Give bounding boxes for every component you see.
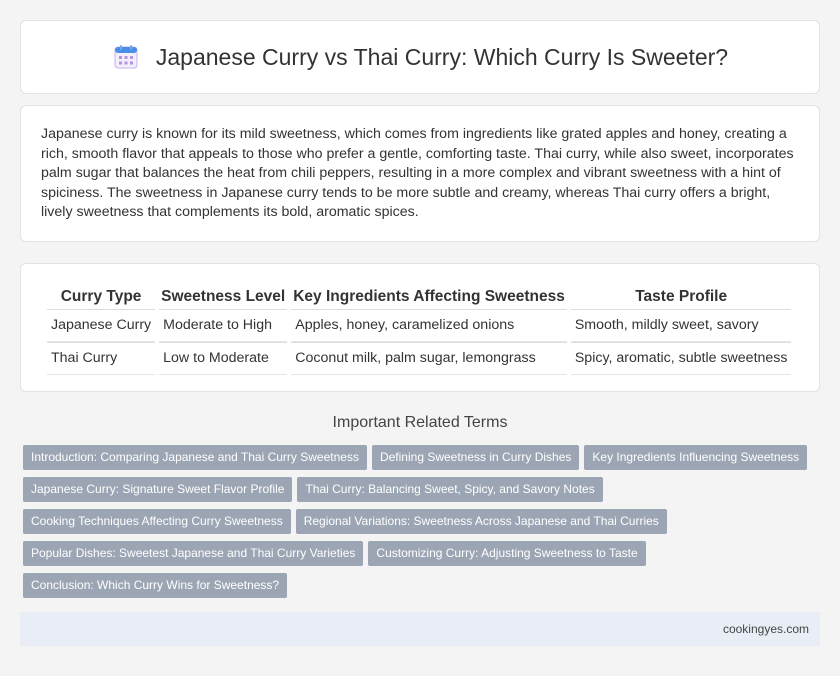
related-term-link[interactable]: Key Ingredients Influencing Sweetness	[584, 445, 808, 470]
table-row: Japanese Curry Moderate to High Apples, …	[47, 309, 792, 342]
table-cell: Smooth, mildly sweet, savory	[570, 309, 792, 342]
related-term-link[interactable]: Japanese Curry: Signature Sweet Flavor P…	[23, 477, 293, 502]
page-title: Japanese Curry vs Thai Curry: Which Curr…	[155, 43, 729, 70]
related-term-link[interactable]: Thai Curry: Balancing Sweet, Spicy, and …	[297, 477, 603, 502]
comparison-table-card: Curry Type Sweetness Level Key Ingredien…	[20, 263, 820, 392]
title-card: Japanese Curry vs Thai Curry: Which Curr…	[20, 20, 820, 94]
column-header: Curry Type	[60, 288, 142, 305]
related-term-link[interactable]: Conclusion: Which Curry Wins for Sweetne…	[23, 573, 288, 598]
column-header: Key Ingredients Affecting Sweetness	[293, 288, 565, 305]
footer: cookingyes.com	[20, 612, 820, 646]
column-header: Taste Profile	[635, 288, 728, 305]
comparison-table: Curry Type Sweetness Level Key Ingredien…	[43, 284, 795, 375]
site-name[interactable]: cookingyes.com	[723, 622, 809, 636]
related-term-link[interactable]: Introduction: Comparing Japanese and Tha…	[23, 445, 367, 470]
related-terms-heading: Important Related Terms	[332, 414, 508, 431]
table-cell: Apples, honey, caramelized onions	[291, 309, 567, 342]
related-term-link[interactable]: Customizing Curry: Adjusting Sweetness t…	[368, 541, 646, 566]
table-cell: Spicy, aromatic, subtle sweetness	[570, 342, 792, 375]
table-cell: Japanese Curry	[47, 309, 156, 342]
related-term-link[interactable]: Popular Dishes: Sweetest Japanese and Th…	[23, 541, 364, 566]
table-cell: Thai Curry	[47, 342, 156, 375]
table-header-row: Curry Type Sweetness Level Key Ingredien…	[47, 284, 791, 309]
related-terms-list: Introduction: Comparing Japanese and Tha…	[23, 445, 823, 605]
intro-card: Japanese curry is known for its mild swe…	[20, 105, 820, 242]
related-term-link[interactable]: Cooking Techniques Affecting Curry Sweet…	[23, 509, 291, 534]
related-term-link[interactable]: Defining Sweetness in Curry Dishes	[371, 445, 580, 470]
calendar-icon	[112, 43, 140, 71]
related-term-link[interactable]: Regional Variations: Sweetness Across Ja…	[295, 509, 667, 534]
table-cell: Low to Moderate	[159, 342, 288, 375]
table-row: Thai Curry Low to Moderate Coconut milk,…	[47, 342, 792, 375]
intro-text: Japanese curry is known for its mild swe…	[41, 126, 794, 220]
column-header: Sweetness Level	[161, 288, 286, 305]
table-cell: Coconut milk, palm sugar, lemongrass	[291, 342, 567, 375]
table-cell: Moderate to High	[159, 309, 288, 342]
